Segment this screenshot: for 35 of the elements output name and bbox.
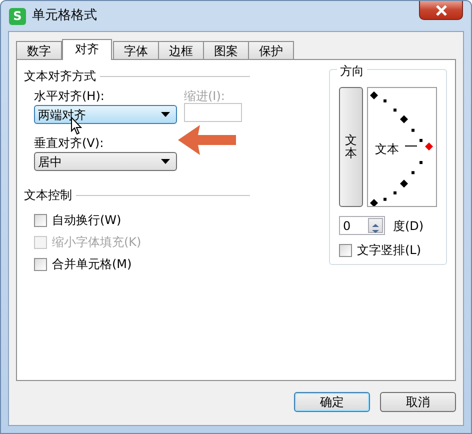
- checkbox-label: 文字竖排(L): [357, 242, 422, 259]
- tab[interactable]: 边框: [158, 41, 204, 60]
- tab[interactable]: 图案: [203, 41, 249, 60]
- section-title: 文本对齐方式: [24, 67, 250, 85]
- checkbox[interactable]: [34, 214, 47, 226]
- ok-button[interactable]: 确定: [294, 392, 370, 412]
- field-label: 垂直对齐(V):: [34, 135, 104, 152]
- checkbox[interactable]: [339, 244, 352, 256]
- close-icon[interactable]: [434, 4, 448, 16]
- tab[interactable]: 保护: [248, 41, 294, 60]
- caret-icon: [161, 112, 170, 117]
- field-label: 缩进(I):: [184, 88, 226, 105]
- cancel-button[interactable]: 取消: [380, 392, 456, 412]
- window-title: 单元格格式: [32, 7, 97, 26]
- checkbox[interactable]: [34, 258, 47, 270]
- close-button[interactable]: [419, 1, 463, 20]
- dial-text: 文本: [375, 141, 399, 158]
- tab[interactable]: 数字: [16, 41, 62, 60]
- degree-spinner[interactable]: 0: [339, 216, 385, 235]
- checkbox-label: 缩小字体填充(K): [52, 234, 142, 251]
- checkbox-label: 合并单元格(M): [52, 256, 132, 273]
- tab[interactable]: 字体: [113, 41, 159, 60]
- caret-icon: [161, 159, 170, 164]
- vertical-text-button[interactable]: 文本: [339, 87, 363, 207]
- spinner-field[interactable]: [184, 103, 242, 122]
- orientation-dial[interactable]: 文本: [367, 87, 437, 207]
- arrow-icon: [178, 125, 236, 155]
- app-logo-icon: S: [9, 8, 26, 24]
- dropdown[interactable]: 两端对齐: [34, 105, 177, 124]
- tab[interactable]: 对齐: [62, 39, 112, 60]
- degree-label: 度(D): [393, 218, 424, 234]
- field-label: 水平对齐(H):: [34, 88, 106, 105]
- section-title: 文本控制: [24, 186, 250, 204]
- checkbox-label: 自动换行(W): [52, 212, 122, 229]
- dropdown[interactable]: 居中: [34, 152, 177, 171]
